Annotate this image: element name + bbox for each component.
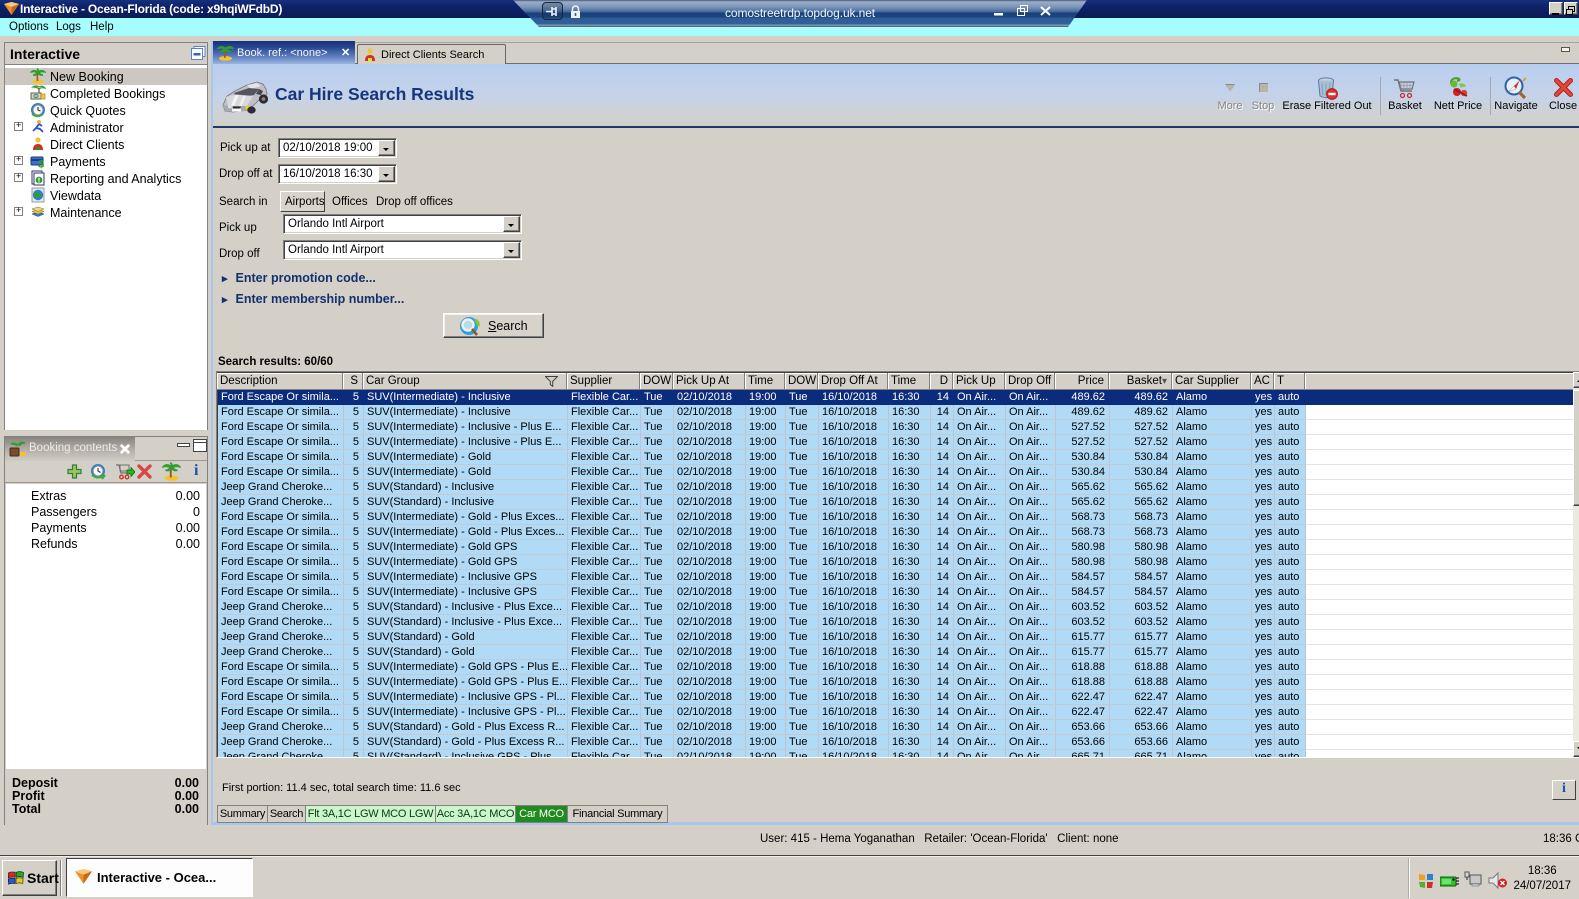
svg-text:$: $ — [38, 159, 44, 170]
